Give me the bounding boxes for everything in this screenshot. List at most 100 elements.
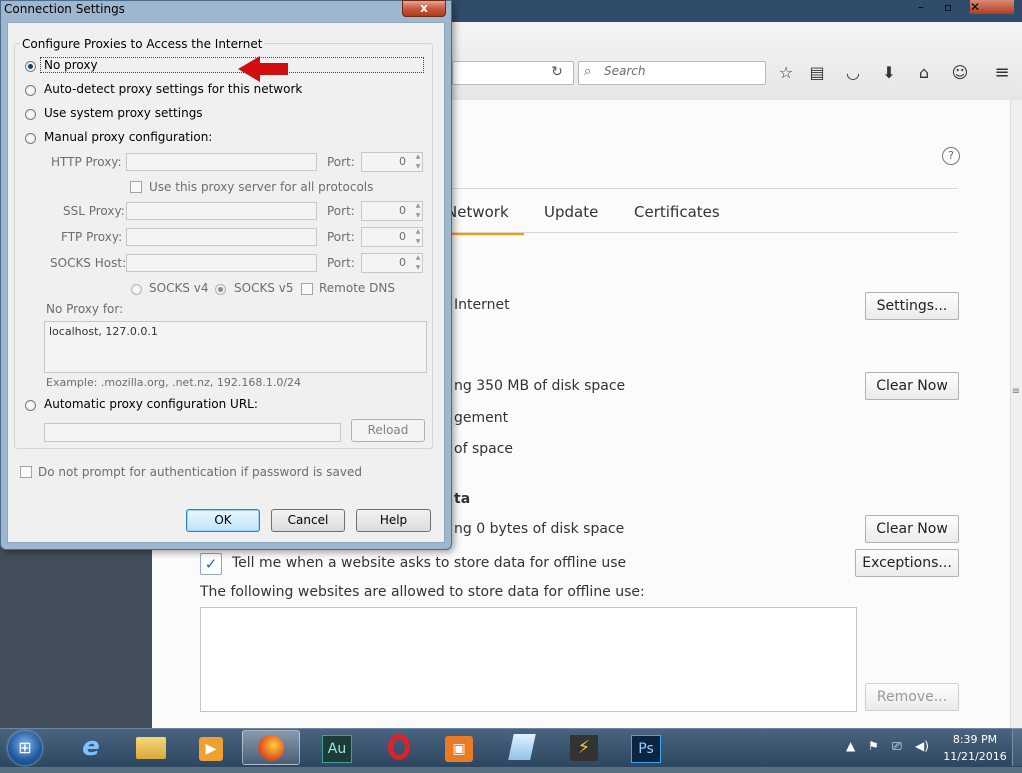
red-arrow-annotation [238, 56, 288, 82]
maximize-button[interactable]: ▫ [944, 0, 970, 14]
cache-limit-text: of space [454, 441, 514, 457]
socks-host-input[interactable] [126, 254, 317, 272]
offline-usage-text: ng 0 bytes of disk space [454, 521, 625, 537]
opera-icon[interactable] [370, 730, 428, 765]
page-scrollbar[interactable] [1010, 100, 1022, 728]
manual-proxy-label[interactable]: Manual proxy configuration: [44, 130, 212, 144]
override-cache-text: gement [454, 410, 509, 426]
radio-no-proxy[interactable] [25, 61, 36, 72]
ssl-port-spin-icon[interactable]: ▲ ▼ [413, 201, 423, 221]
chat-icon[interactable]: ☺ [949, 62, 971, 84]
media-player-icon[interactable]: ▶ [182, 730, 240, 765]
no-proxy-example: Example: .mozilla.org, .net.nz, 192.168.… [46, 376, 302, 389]
use-for-all-label: Use this proxy server for all protocols [149, 180, 374, 194]
clear-offline-button[interactable]: Clear Now [865, 515, 959, 543]
volume-icon[interactable]: ◀) [915, 739, 929, 753]
winamp-icon[interactable]: ⚡ [555, 730, 613, 765]
radio-system-proxy[interactable] [25, 109, 36, 120]
reload-icon[interactable]: ↻ [548, 63, 566, 81]
download-icon[interactable]: ⬇ [878, 62, 900, 84]
ftp-port-label: Port: [327, 230, 355, 244]
remote-dns-label: Remote DNS [319, 281, 395, 295]
socks-port-spin-icon[interactable]: ▲ ▼ [413, 253, 423, 273]
clear-cache-button[interactable]: Clear Now [865, 372, 959, 400]
file-explorer-icon[interactable] [122, 730, 180, 765]
clock-date[interactable]: 11/21/2016 [940, 750, 1010, 763]
ssl-port-label: Port: [327, 204, 355, 218]
minimize-button[interactable]: – [918, 0, 944, 14]
ssl-proxy-label: SSL Proxy: [63, 204, 125, 218]
no-proxy-for-label: No Proxy for: [46, 302, 124, 316]
bookmark-star-icon[interactable]: ☆ [775, 62, 797, 84]
network-icon[interactable]: ⎚ [892, 739, 902, 754]
cancel-button[interactable]: Cancel [271, 509, 345, 532]
clock-time[interactable]: 8:39 PM [950, 733, 1000, 746]
no-prompt-checkbox[interactable] [20, 466, 32, 478]
help-button[interactable]: Help [356, 509, 431, 532]
proxy-group-title: Configure Proxies to Access the Internet [20, 37, 265, 51]
socks-port-label: Port: [327, 256, 355, 270]
menu-icon[interactable]: ≡ [991, 62, 1013, 84]
notepad-icon[interactable] [493, 730, 551, 765]
radio-socks-v4[interactable] [131, 284, 142, 295]
bookmarks-list-icon[interactable]: ▤ [806, 62, 828, 84]
ssl-proxy-input[interactable] [126, 202, 317, 220]
exceptions-button[interactable]: Exceptions... [855, 549, 959, 577]
ok-button[interactable]: OK [186, 509, 260, 532]
socks-host-label: SOCKS Host: [50, 256, 127, 270]
radio-auto-detect[interactable] [25, 85, 36, 96]
photoshop-icon[interactable]: Ps [617, 730, 675, 765]
ftp-proxy-input[interactable] [126, 228, 317, 246]
http-proxy-label: HTTP Proxy: [51, 155, 122, 169]
reload-button[interactable]: Reload [351, 419, 425, 442]
socks-v4-label: SOCKS v4 [149, 281, 209, 295]
auto-config-url-label[interactable]: Automatic proxy configuration URL: [44, 397, 258, 411]
no-prompt-label: Do not prompt for authentication if pass… [38, 465, 362, 479]
screen-capture-icon[interactable]: ▣ [430, 730, 488, 765]
offline-data-heading: ta [454, 491, 471, 507]
settings-button[interactable]: Settings... [865, 292, 959, 320]
dialog-close-button[interactable]: x [402, 0, 446, 17]
no-proxy-for-textarea[interactable]: localhost, 127.0.0.1 [44, 321, 427, 373]
tell-me-checkbox[interactable]: ✓ [200, 553, 222, 575]
tab-certificates[interactable]: Certificates [634, 203, 720, 221]
radio-auto-config-url[interactable] [25, 400, 36, 411]
firefox-taskbar-icon[interactable] [242, 730, 300, 765]
internet-explorer-icon[interactable]: e [62, 730, 120, 765]
search-placeholder: Search [604, 64, 646, 78]
search-icon: ⌕ [584, 64, 592, 79]
radio-socks-v5[interactable] [215, 284, 226, 295]
use-for-all-checkbox[interactable] [130, 181, 142, 193]
ftp-port-spin-icon[interactable]: ▲ ▼ [413, 227, 423, 247]
window-close-button[interactable]: ✕ [970, 0, 1014, 14]
ftp-proxy-label: FTP Proxy: [61, 230, 123, 244]
show-desktop-button[interactable] [1012, 728, 1022, 766]
scrollbar-grip-icon[interactable]: ≡ [1010, 386, 1022, 397]
action-center-icon[interactable]: ⚑ [868, 739, 879, 753]
dialog-title: Connection Settings [4, 2, 125, 16]
auto-detect-label[interactable]: Auto-detect proxy settings for this netw… [44, 82, 302, 96]
home-icon[interactable]: ⌂ [913, 62, 935, 84]
system-proxy-label[interactable]: Use system proxy settings [44, 106, 203, 120]
help-icon[interactable]: ? [942, 147, 960, 165]
offline-sites-list[interactable] [200, 607, 857, 712]
no-proxy-label[interactable]: No proxy [44, 58, 98, 72]
socks-v5-label: SOCKS v5 [234, 281, 294, 295]
http-port-spin-icon[interactable]: ▲ ▼ [413, 152, 423, 172]
http-proxy-input[interactable] [126, 153, 317, 171]
tab-network-label: Network [446, 203, 509, 221]
radio-manual-proxy[interactable] [25, 133, 36, 144]
tray-expand-icon[interactable]: ▲ [846, 739, 855, 753]
tab-update[interactable]: Update [544, 203, 598, 221]
remove-button[interactable]: Remove... [865, 683, 959, 711]
windows-logo-icon: ⊞ [18, 738, 32, 757]
cached-content-text: ng 350 MB of disk space [454, 378, 626, 394]
allowed-sites-label: The following websites are allowed to st… [200, 584, 645, 600]
auto-config-url-input[interactable] [44, 423, 341, 442]
tell-me-label: Tell me when a website asks to store dat… [232, 555, 627, 571]
http-port-label: Port: [327, 155, 355, 169]
audition-icon[interactable]: Au [308, 730, 366, 765]
remote-dns-checkbox[interactable] [301, 283, 313, 295]
pocket-icon[interactable]: ◡ [842, 62, 864, 84]
connection-description: Internet [454, 297, 510, 313]
